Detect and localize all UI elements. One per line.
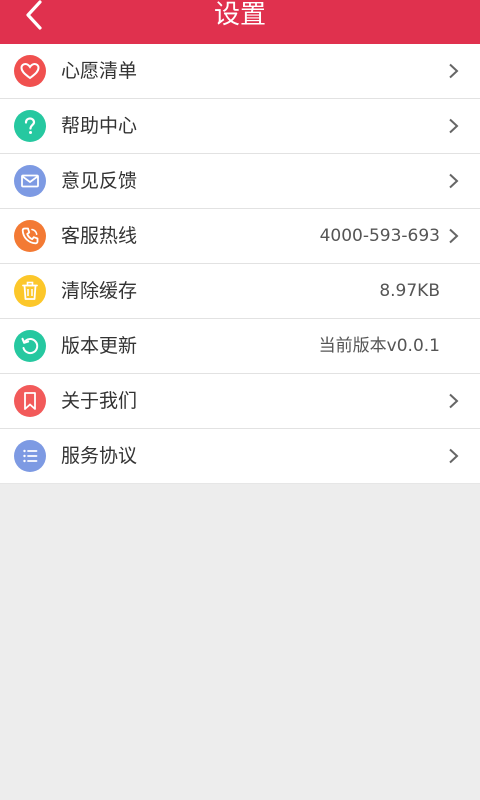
chevron-right-icon bbox=[449, 63, 459, 79]
page-title: 设置 bbox=[213, 0, 266, 30]
cache-size: 8.97KB bbox=[379, 281, 440, 301]
envelope-icon bbox=[14, 165, 46, 197]
settings-item-label: 意见反馈 bbox=[61, 170, 138, 192]
chevron-right-icon bbox=[449, 228, 459, 244]
trash-icon bbox=[14, 275, 46, 307]
settings-item-clear-cache[interactable]: 清除缓存 8.97KB bbox=[0, 264, 480, 319]
phone-icon bbox=[14, 220, 46, 252]
settings-item-wishlist[interactable]: 心愿清单 bbox=[0, 44, 480, 99]
question-icon bbox=[14, 110, 46, 142]
current-version: 当前版本v0.0.1 bbox=[318, 336, 440, 356]
app-header: 设置 bbox=[0, 0, 480, 44]
settings-item-label: 版本更新 bbox=[61, 335, 138, 357]
settings-item-label: 清除缓存 bbox=[61, 280, 138, 302]
settings-item-label: 客服热线 bbox=[61, 225, 138, 247]
bookmark-icon bbox=[14, 385, 46, 417]
hotline-number: 4000-593-693 bbox=[319, 226, 440, 246]
chevron-right-icon bbox=[449, 448, 459, 464]
settings-item-service-agreement[interactable]: 服务协议 bbox=[0, 429, 480, 484]
settings-item-label: 帮助中心 bbox=[61, 115, 138, 137]
settings-item-label: 关于我们 bbox=[61, 390, 138, 412]
chevron-right-icon bbox=[449, 118, 459, 134]
heart-icon bbox=[14, 55, 46, 87]
refresh-icon bbox=[14, 330, 46, 362]
settings-list: 心愿清单 帮助中心 意见反馈 客服热线 4000-593-693 清除缓存 8.… bbox=[0, 44, 480, 484]
settings-item-about-us[interactable]: 关于我们 bbox=[0, 374, 480, 429]
settings-item-help-center[interactable]: 帮助中心 bbox=[0, 99, 480, 154]
settings-item-label: 服务协议 bbox=[61, 445, 138, 467]
settings-item-label: 心愿清单 bbox=[61, 60, 138, 82]
settings-item-hotline[interactable]: 客服热线 4000-593-693 bbox=[0, 209, 480, 264]
settings-item-version-update[interactable]: 版本更新 当前版本v0.0.1 bbox=[0, 319, 480, 374]
list-icon bbox=[14, 440, 46, 472]
chevron-right-icon bbox=[449, 173, 459, 189]
settings-item-feedback[interactable]: 意见反馈 bbox=[0, 154, 480, 209]
chevron-right-icon bbox=[449, 393, 459, 409]
